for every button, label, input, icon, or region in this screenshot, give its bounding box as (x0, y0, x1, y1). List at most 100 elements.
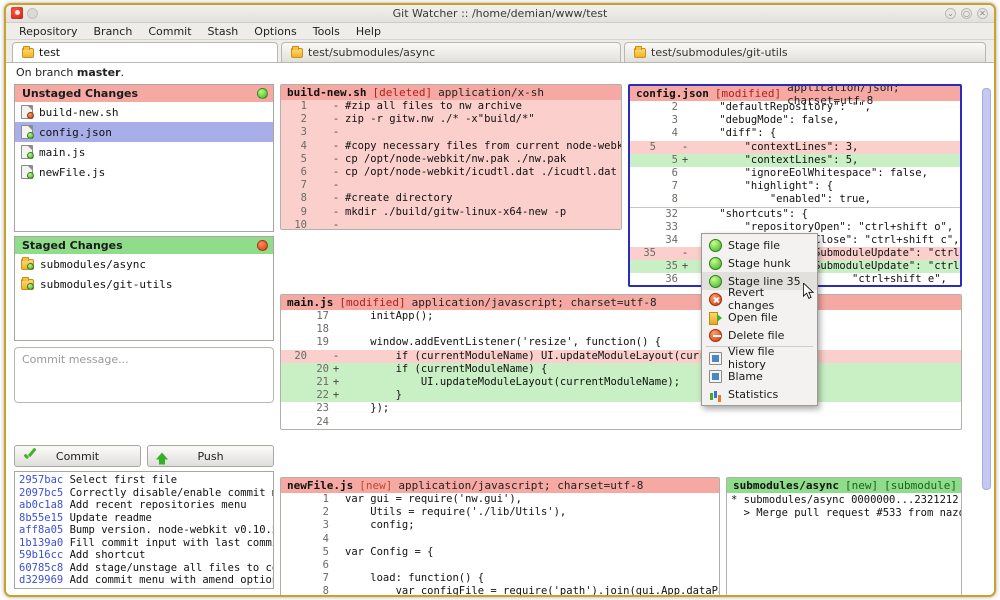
diff-text: config; (343, 519, 415, 532)
folder-icon (22, 48, 34, 58)
line-number-old: 6 (281, 166, 307, 179)
main-content: On branch master. Unstaged Changes build… (6, 63, 994, 595)
minimize-icon[interactable]: ⌄ (945, 8, 956, 19)
list-item[interactable]: aff8a05 Bump version. node-webkit v0.10.… (19, 524, 269, 537)
line-number-old (630, 167, 656, 180)
staged-changes-panel: Staged Changes submodules/async submodul… (14, 236, 274, 341)
stage-all-icon[interactable] (257, 88, 268, 99)
commit-message: Add stage/unstage all files to commit me… (70, 562, 274, 574)
diff-panel-main-js[interactable]: main.js [modified] application/javascrip… (280, 294, 962, 430)
line-number-old (281, 376, 307, 389)
list-item[interactable]: submodules/async (15, 254, 273, 274)
menu-commit[interactable]: Commit (141, 24, 198, 39)
list-item[interactable]: submodules/git-utils (15, 274, 273, 294)
list-item[interactable]: 60785c8 Add stage/unstage all files to c… (19, 562, 269, 575)
list-item[interactable]: 2957bac Select first file (19, 474, 269, 487)
open-file-icon (709, 311, 722, 324)
list-item[interactable]: 59b16cc Add shortcut (19, 549, 269, 562)
branch-prefix: On branch (16, 66, 77, 79)
diff-text: "contextLines": 3, (692, 141, 858, 154)
menu-tools[interactable]: Tools (306, 24, 347, 39)
line-number-new (307, 219, 329, 230)
diff-line: 8 "enabled": true, (630, 193, 960, 206)
tab-submodules-async[interactable]: test/submodules/async (281, 42, 621, 62)
diff-text: mkdir ./build/gitw-linux-x64-new -p (343, 206, 566, 219)
line-number-old (630, 193, 656, 206)
list-item[interactable]: build-new.sh (15, 102, 273, 122)
branch-name: master (77, 66, 121, 79)
context-menu-item-stage-hunk[interactable]: Stage hunk (702, 254, 817, 272)
menu-stash[interactable]: Stash (201, 24, 246, 39)
line-number-new: 23 (307, 402, 329, 415)
list-item[interactable]: newFile.js (15, 162, 273, 182)
diff-panel-submodules-async[interactable]: submodules/async [new] [submodule] * sub… (726, 477, 962, 595)
diff-text: Utils = require('./lib/Utils'), (343, 506, 566, 519)
context-menu-item-stage-file[interactable]: Stage file (702, 236, 817, 254)
commit-message: Correctly disable/enable commit menu (70, 487, 274, 499)
diff-line: > Merge pull request #533 from nazomikan… (731, 507, 957, 520)
list-item[interactable]: d329969 Add commit menu with amend optio… (19, 574, 269, 587)
diff-text: commander = new Commander(); (343, 429, 547, 430)
diff-line: 23 }); (281, 402, 961, 415)
diff-file-name: newFile.js (287, 479, 353, 492)
context-menu-item-view-file-history[interactable]: View file history (702, 349, 817, 367)
diff-text: }); (343, 402, 389, 415)
line-number-old (281, 389, 307, 402)
diff-text: #copy necessary files from current node-… (343, 140, 622, 153)
list-item[interactable]: main.js (15, 142, 273, 162)
diff-sign: - (329, 192, 343, 205)
commit-button[interactable]: Commit (14, 445, 141, 467)
line-number-old: 35 (630, 247, 656, 260)
window-menu-icon[interactable] (27, 8, 38, 19)
commit-log-list[interactable]: 2957bac Select first file 2097bc5 Correc… (14, 471, 274, 589)
context-menu-item-revert-changes[interactable]: Revert changes (702, 290, 817, 308)
diff-line: 5+ "contextLines": 5, (630, 154, 960, 167)
diff-header: submodules/async [new] [submodule] (727, 478, 961, 493)
diff-panel-build-new-sh[interactable]: build-new.sh [deleted] application/x-sh … (280, 84, 622, 230)
diff-panel-newfile-js[interactable]: newFile.js [new] application/javascript;… (280, 477, 720, 595)
diff-text: "ignoreEolWhitespace": false, (692, 167, 928, 180)
context-menu-label: Revert changes (728, 286, 810, 312)
file-name: submodules/async (40, 258, 146, 271)
file-modified-icon (21, 145, 33, 159)
diff-sign (329, 310, 343, 323)
line-number-new: 22 (307, 389, 329, 402)
push-button[interactable]: Push (147, 445, 274, 467)
context-menu-item-delete-file[interactable]: Delete file (702, 326, 817, 344)
context-menu-label: Stage hunk (728, 257, 791, 270)
close-icon[interactable]: ✕ (977, 8, 988, 19)
diff-line: 20- if (currentModuleName) UI.updateModu… (281, 350, 961, 363)
line-number-new (307, 192, 329, 205)
line-number-old (630, 180, 656, 193)
menu-branch[interactable]: Branch (87, 24, 140, 39)
diff-text: > Merge pull request #533 from nazomikan… (731, 507, 962, 520)
file-new-icon (21, 165, 33, 179)
tab-test[interactable]: test (12, 42, 278, 62)
diff-sign (678, 167, 692, 180)
diff-text (343, 219, 345, 230)
list-item[interactable]: 8b55e15 Update readme (19, 512, 269, 525)
list-item[interactable]: config.json (15, 122, 273, 142)
line-number-old (281, 363, 307, 376)
menu-repository[interactable]: Repository (12, 24, 85, 39)
diff-sign: + (678, 260, 692, 273)
diff-scrollbar[interactable] (982, 88, 991, 591)
tab-submodules-git-utils[interactable]: test/submodules/git-utils (624, 42, 986, 62)
list-item[interactable]: ab0c1a8 Add recent repositories menu (19, 499, 269, 512)
menu-options[interactable]: Options (247, 24, 303, 39)
unstage-all-icon[interactable] (257, 240, 268, 251)
menu-help[interactable]: Help (349, 24, 388, 39)
diff-scrollbar-thumb[interactable] (982, 88, 991, 490)
maximize-icon[interactable]: ○ (961, 8, 972, 19)
commit-message-input[interactable]: Commit message... (14, 347, 274, 403)
list-item[interactable]: 9ac9762 Extract commit function (19, 587, 269, 590)
list-item[interactable]: 2097bc5 Correctly disable/enable commit … (19, 487, 269, 500)
list-item[interactable]: 1b139a0 Fill commit input with last comm… (19, 537, 269, 550)
submodule-icon (21, 279, 34, 290)
file-name: newFile.js (39, 166, 105, 179)
diff-line: 10- (281, 219, 621, 230)
staged-title: Staged Changes (22, 239, 123, 252)
context-menu-item-statistics[interactable]: Statistics (702, 385, 817, 403)
diff-sign (678, 234, 692, 247)
line-number-old: 5 (281, 153, 307, 166)
